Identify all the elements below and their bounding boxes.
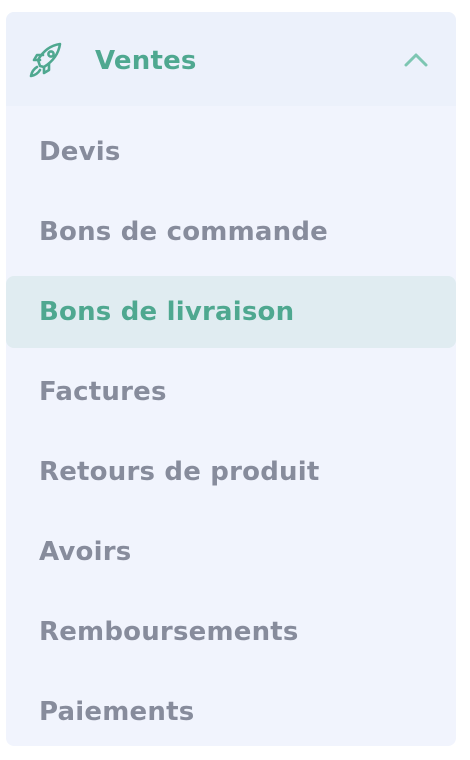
menu-item-label: Bons de livraison	[39, 297, 295, 327]
rocket-icon	[26, 40, 66, 80]
menu-item-factures[interactable]: Factures	[6, 356, 456, 428]
menu-item-label: Retours de produit	[39, 457, 320, 487]
menu-item-remboursements[interactable]: Remboursements	[6, 596, 456, 668]
menu-item-label: Remboursements	[39, 617, 299, 647]
menu-item-label: Bons de commande	[39, 217, 328, 247]
menu-item-label: Factures	[39, 377, 167, 407]
menu-item-label: Devis	[39, 137, 121, 167]
sales-menu: Ventes Devis Bons de commande Bons de li…	[6, 12, 456, 746]
menu-item-label: Avoirs	[39, 537, 132, 567]
menu-header-ventes[interactable]: Ventes	[6, 12, 456, 106]
menu-item-avoirs[interactable]: Avoirs	[6, 516, 456, 588]
chevron-up-icon[interactable]	[402, 48, 430, 70]
menu-item-label: Paiements	[39, 697, 195, 727]
menu-header-label: Ventes	[95, 46, 197, 76]
menu-item-bons-de-livraison[interactable]: Bons de livraison	[6, 276, 456, 348]
menu-item-paiements[interactable]: Paiements	[6, 676, 456, 746]
menu-item-retours-de-produit[interactable]: Retours de produit	[6, 436, 456, 508]
menu-item-bons-de-commande[interactable]: Bons de commande	[6, 196, 456, 268]
menu-item-devis[interactable]: Devis	[6, 116, 456, 188]
